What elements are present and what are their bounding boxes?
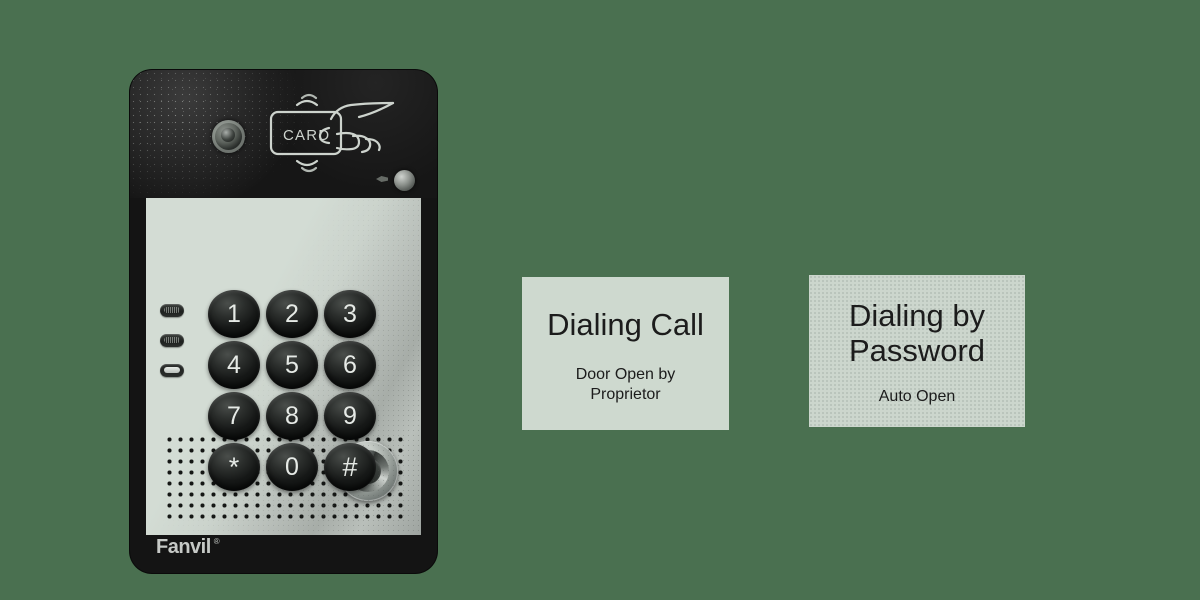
key-0[interactable]: 0: [266, 443, 318, 491]
status-led-1: [160, 304, 184, 317]
status-led-3: [160, 364, 184, 377]
keypad[interactable]: 1 2 3 4 5 6 7 8 9 * 0 #: [208, 290, 378, 493]
panel-subtitle: Door Open by Proprietor: [575, 365, 676, 403]
brand-name: Fanvil: [156, 536, 211, 558]
rfid-card-hand-icon: CARD: [267, 88, 397, 178]
key-3[interactable]: 3: [324, 290, 376, 338]
key-2[interactable]: 2: [266, 290, 318, 338]
panel-title: Dialing by Password: [848, 298, 986, 368]
keypad-faceplate: 1 2 3 4 5 6 7 8 9 * 0 #: [146, 198, 421, 535]
indicator-led-group: [160, 304, 184, 377]
panel-dialing-call: Dialing Call Door Open by Proprietor: [522, 277, 729, 430]
brand-logo: Fanvil ®: [156, 536, 220, 559]
key-7[interactable]: 7: [208, 392, 260, 440]
light-sensor-icon: [394, 170, 415, 191]
key-9[interactable]: 9: [324, 392, 376, 440]
key-hash[interactable]: #: [324, 443, 376, 491]
trademark-symbol: ®: [213, 537, 220, 546]
panel-title: Dialing Call: [547, 307, 704, 343]
panel-dialing-by-password: Dialing by Password Auto Open: [809, 275, 1025, 427]
panel-subtitle: Auto Open: [878, 387, 956, 405]
status-led-2: [160, 334, 184, 347]
key-5[interactable]: 5: [266, 341, 318, 389]
camera-lens-icon: [212, 120, 245, 153]
door-phone-device: CARD 1 2 3 4 5 6 7 8 9 * 0 # Fanvil ®: [130, 70, 437, 573]
key-star[interactable]: *: [208, 443, 260, 491]
key-6[interactable]: 6: [324, 341, 376, 389]
key-4[interactable]: 4: [208, 341, 260, 389]
key-1[interactable]: 1: [208, 290, 260, 338]
key-8[interactable]: 8: [266, 392, 318, 440]
